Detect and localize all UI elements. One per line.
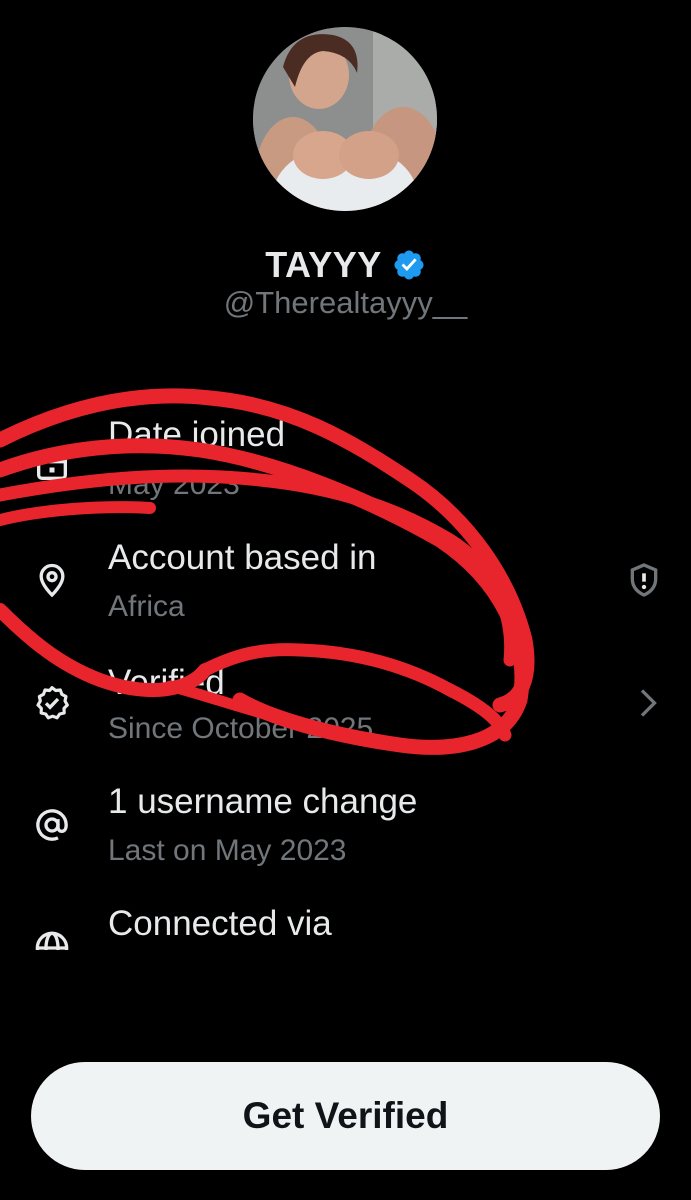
chevron-right-icon[interactable] [627,683,667,723]
info-item-subtitle: Africa [108,590,185,623]
location-pin-icon [32,560,72,600]
info-item-title: Verified [108,663,225,702]
globe-icon [32,928,72,950]
info-item-title: 1 username change [108,782,418,821]
get-verified-button[interactable]: Get Verified [31,1062,660,1170]
info-item-date-joined: Date joined May 2023 [0,410,691,520]
info-item-subtitle: May 2023 [108,468,240,501]
info-item-username-change: 1 username change Last on May 2023 [0,780,691,890]
at-sign-icon [32,805,72,845]
verified-seal-icon [32,683,72,723]
shield-alert-icon[interactable] [624,560,664,600]
info-item-subtitle: Since October 2025 [108,712,374,745]
info-item-title: Connected via [108,904,332,943]
info-item-account-based-in: Account based in Africa [0,530,691,640]
info-item-connected-via: Connected via [0,902,691,950]
calendar-icon [32,445,72,485]
info-item-subtitle: Last on May 2023 [108,834,347,867]
info-item-title: Date joined [108,415,286,454]
info-item-verified[interactable]: Verified Since October 2025 [0,655,691,765]
about-account-list: Date joined May 2023 Account based in Af… [0,0,691,950]
info-item-title: Account based in [108,538,377,577]
